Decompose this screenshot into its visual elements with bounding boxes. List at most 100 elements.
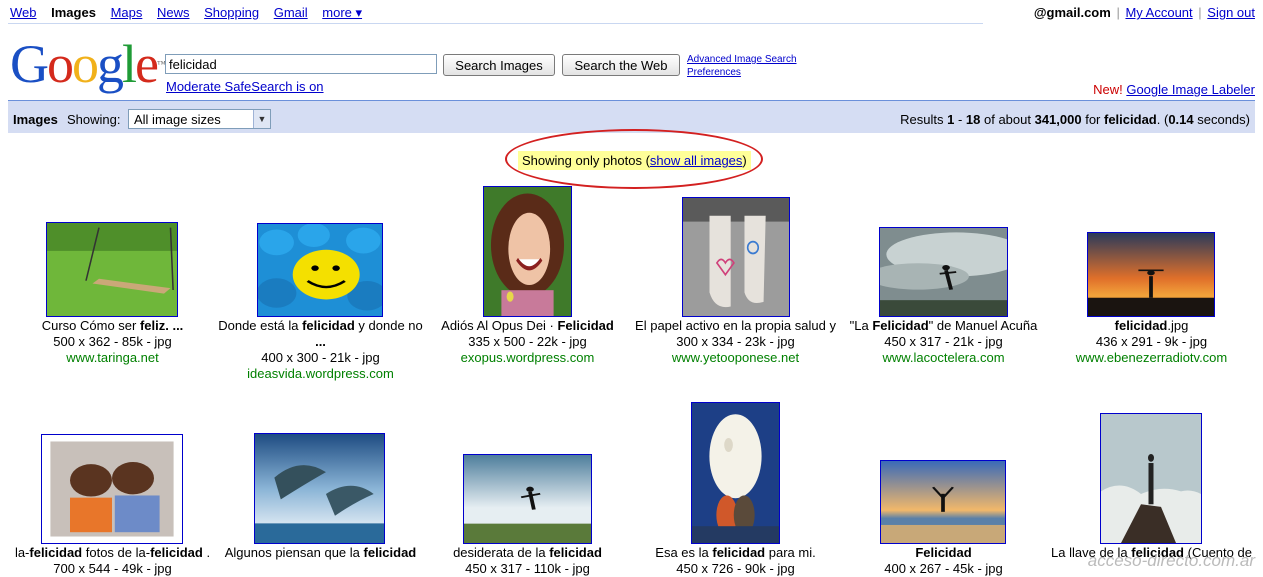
- result-source-url: www.lacoctelera.com: [882, 350, 1005, 365]
- result-item: desiderata de la felicidad 450 x 317 - 11…: [425, 545, 630, 577]
- result-item: Algunos piensan que la felicidad: [218, 545, 423, 561]
- search-images-button[interactable]: Search Images: [443, 54, 555, 76]
- result-dimensions: 400 x 300 - 21k - jpg: [261, 350, 380, 365]
- result-thumbnail[interactable]: [682, 197, 790, 317]
- caption-text: .jpg: [1167, 318, 1189, 333]
- caption-highlight: felicidad: [549, 545, 602, 560]
- result-caption-continued: ...: [218, 334, 423, 350]
- result-dimensions: 335 x 500 - 22k - jpg: [468, 334, 587, 349]
- caption-highlight: ...: [315, 334, 326, 349]
- result-thumbnail[interactable]: [41, 434, 183, 544]
- result-dimensions: 500 x 362 - 85k - jpg: [53, 334, 172, 349]
- result-item: la-felicidad fotos de la-felicidad . 700 …: [10, 545, 215, 577]
- result-caption: Donde está la felicidad y donde no: [218, 318, 423, 334]
- caption-text: y donde no: [354, 318, 423, 333]
- search-web-button[interactable]: Search the Web: [562, 54, 680, 76]
- result-caption: Algunos piensan que la felicidad: [218, 545, 423, 561]
- caption-text: fotos de la-: [82, 545, 151, 560]
- nav-images: Images: [51, 5, 96, 20]
- caption-highlight: felicidad: [29, 545, 83, 560]
- image-labeler-promo: New! Google Image Labeler: [1093, 82, 1255, 97]
- sign-out-link[interactable]: Sign out: [1207, 5, 1255, 20]
- result-item: Adiós Al Opus Dei · Felicidad 335 x 500 -…: [425, 318, 630, 366]
- result-thumbnail[interactable]: [879, 227, 1008, 317]
- advanced-image-search-link[interactable]: Advanced Image Search: [687, 53, 797, 66]
- result-thumbnail[interactable]: [257, 223, 383, 317]
- result-caption: "La Felicidad" de Manuel Acuña: [841, 318, 1046, 334]
- results-time-prefix: . (: [1156, 112, 1169, 127]
- result-thumbnail[interactable]: [463, 454, 592, 544]
- caption-text: El papel activo en la propia salud y: [635, 318, 836, 333]
- showing-label: Showing:: [67, 112, 121, 127]
- results-from: 1: [947, 112, 955, 127]
- caption-highlight: felicidad: [363, 545, 417, 560]
- result-thumbnail[interactable]: [1100, 413, 1202, 544]
- result-item: "La Felicidad" de Manuel Acuña 450 x 317 …: [841, 318, 1046, 366]
- result-thumbnail[interactable]: [254, 433, 385, 544]
- top-nav: Web Images Maps News Shopping Gmail more…: [10, 5, 373, 21]
- result-caption: la-felicidad fotos de la-felicidad .: [10, 545, 215, 561]
- result-caption: felicidad.jpg: [1049, 318, 1254, 334]
- result-thumbnail[interactable]: [483, 186, 572, 317]
- divider: [8, 23, 983, 24]
- image-size-select[interactable]: All image sizes ▼: [128, 109, 271, 129]
- results-of-about: of about: [980, 112, 1035, 127]
- watermark: acceso-directo.com.ar: [1087, 551, 1255, 570]
- results-total: 341,000: [1034, 112, 1082, 127]
- result-dimensions: 450 x 317 - 110k - jpg: [465, 561, 590, 576]
- result-caption: Felicidad: [841, 545, 1046, 561]
- nav-web[interactable]: Web: [10, 5, 37, 20]
- result-item: felicidad.jpg 436 x 291 - 9k - jpg www.ebe…: [1049, 318, 1254, 366]
- image-labeler-link[interactable]: Google Image Labeler: [1126, 82, 1255, 97]
- caption-highlight: felicidad: [712, 545, 766, 560]
- results-time: 0.14: [1168, 112, 1194, 127]
- safesearch-link[interactable]: Moderate SafeSearch is on: [166, 79, 324, 94]
- result-caption: El papel activo en la propia salud y: [633, 318, 838, 334]
- caption-text: "La: [849, 318, 873, 333]
- result-thumbnail[interactable]: [46, 222, 178, 317]
- result-source-url: www.ebenezerradiotv.com: [1075, 350, 1228, 365]
- result-source-url: www.taringa.net: [66, 350, 159, 365]
- result-thumbnail[interactable]: [880, 460, 1006, 544]
- google-logo[interactable]: Google™: [10, 34, 166, 94]
- search-input[interactable]: [165, 54, 437, 74]
- result-item: Curso Cómo ser feliz. ... 500 x 362 - 85k…: [10, 318, 215, 366]
- result-caption: desiderata de la felicidad: [425, 545, 630, 561]
- nav-gmail[interactable]: Gmail: [274, 5, 308, 20]
- account-bar: @gmail.com | My Account | Sign out: [1034, 5, 1255, 20]
- caption-text: desiderata de la: [453, 545, 550, 560]
- result-caption: Adiós Al Opus Dei · Felicidad: [425, 318, 630, 334]
- result-dimensions: 450 x 317 - 21k - jpg: [884, 334, 1003, 349]
- nav-shopping[interactable]: Shopping: [204, 5, 259, 20]
- result-thumbnail[interactable]: [1087, 232, 1215, 317]
- caption-text: " de Manuel Acuña: [928, 318, 1038, 333]
- separator: |: [1116, 5, 1120, 20]
- nav-news[interactable]: News: [157, 5, 190, 20]
- result-dimensions: 700 x 544 - 49k - jpg: [53, 561, 172, 576]
- photos-filter-notice: Showing only photos (show all images): [505, 129, 763, 191]
- search-options: Advanced Image Search Preferences: [687, 53, 797, 79]
- preferences-link[interactable]: Preferences: [687, 66, 797, 79]
- result-item: El papel activo en la propia salud y 300 …: [633, 318, 838, 366]
- caption-highlight: feliz. ...: [139, 318, 184, 333]
- notice-label: Showing only photos (: [522, 153, 650, 168]
- result-dimensions: 436 x 291 - 9k - jpg: [1095, 334, 1208, 349]
- caption-text: Esa es la: [655, 545, 713, 560]
- my-account-link[interactable]: My Account: [1125, 5, 1192, 20]
- notice-end: ): [742, 153, 747, 168]
- caption-text: la-: [14, 545, 30, 560]
- result-source-url: www.yetooponese.net: [671, 350, 800, 365]
- section-title: Images: [13, 112, 58, 127]
- results-stats: Results 1 - 18 of about 341,000 for feli…: [900, 112, 1250, 127]
- result-item: Felicidad 400 x 267 - 45k - jpg: [841, 545, 1046, 577]
- chevron-down-icon[interactable]: ▼: [253, 110, 270, 128]
- show-all-images-link[interactable]: show all images: [650, 153, 743, 168]
- caption-text: .: [202, 545, 211, 560]
- nav-more[interactable]: more ▾: [322, 5, 362, 20]
- result-thumbnail[interactable]: [691, 402, 780, 544]
- results-prefix: Results: [900, 112, 948, 127]
- result-item: Donde está la felicidad y donde no... 400…: [218, 318, 423, 382]
- nav-maps[interactable]: Maps: [111, 5, 143, 20]
- caption-highlight: Felicidad: [872, 318, 929, 333]
- caption-highlight: felicidad: [302, 318, 355, 333]
